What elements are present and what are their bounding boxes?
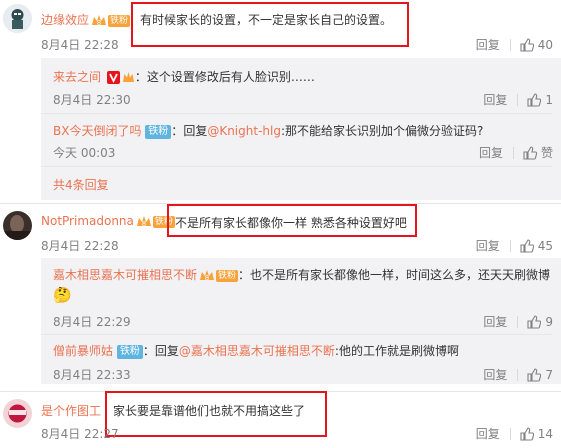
divider bbox=[41, 334, 552, 335]
comment-actions: 回复 40 bbox=[476, 36, 553, 53]
more-replies-link[interactable]: 共4条回复 bbox=[53, 176, 109, 193]
like-count: 14 bbox=[537, 426, 553, 441]
svg-text:8: 8 bbox=[142, 220, 146, 228]
mention-link[interactable]: @Knight-hlg bbox=[207, 124, 281, 138]
username-text[interactable]: 僧前暴师姑 bbox=[53, 344, 113, 358]
crown-icon: 8 bbox=[92, 15, 107, 27]
reply-actions: 回复 1 bbox=[483, 91, 553, 108]
comment-username[interactable]: 是个作图工 bbox=[41, 402, 101, 419]
fan-badge: 8 铁粉 bbox=[199, 269, 239, 282]
comment-feed: 边缘效应 8 铁粉 有时候家长的设置，不一定是家长自己的设置。 8月4日 22:28… bbox=[0, 0, 561, 448]
reply-username[interactable]: 来去之间 ：这个设置修改后有人脸识别…… bbox=[53, 68, 315, 85]
divider bbox=[509, 38, 511, 51]
divider bbox=[512, 146, 514, 159]
highlight-box bbox=[105, 391, 327, 437]
avatar[interactable] bbox=[3, 4, 32, 33]
reply-text: 他的工作就是刷微博啊 bbox=[338, 344, 459, 358]
vip-badge bbox=[106, 71, 135, 84]
fan-tag: 铁粉 bbox=[116, 344, 143, 359]
highlight-box bbox=[167, 204, 417, 237]
comment-time: 8月4日 22:28 bbox=[41, 239, 119, 253]
username-text[interactable]: BX今天倒闭了吗 bbox=[53, 124, 141, 138]
thumbs-up-icon[interactable] bbox=[527, 314, 542, 329]
reply-text: 也不是所有家长都像他一样，时间这么多，还天天刷微博 bbox=[250, 268, 551, 282]
avatar-image bbox=[3, 211, 32, 240]
thumbs-up-icon[interactable] bbox=[527, 367, 542, 382]
reply-username[interactable]: 僧前暴师姑 铁粉 ：回复@嘉木相思嘉木可摧相思不断:他的工作就是刷微博啊 bbox=[53, 342, 459, 359]
reply-actions: 回复 赞 bbox=[479, 144, 553, 161]
svg-text:8: 8 bbox=[97, 19, 101, 27]
username-text[interactable]: 边缘效应 bbox=[41, 13, 89, 27]
reply-username[interactable]: 嘉木相思嘉木可摧相思不断 8 铁粉 ：也不是所有家长都像他一样，时间这么多，还天天刷微… bbox=[53, 266, 550, 283]
comment-username[interactable]: NotPrimadonna 8 铁粉 bbox=[41, 214, 175, 228]
divider bbox=[517, 315, 519, 328]
reply-button[interactable]: 回复 bbox=[479, 144, 503, 161]
reply-username[interactable]: BX今天倒闭了吗 铁粉 ：回复@Knight-hlg:那不能给家长识别加个偏微分验… bbox=[53, 122, 483, 139]
reply-time: 8月4日 22:30 bbox=[53, 93, 131, 107]
thumbs-up-icon[interactable] bbox=[527, 92, 542, 107]
divider bbox=[41, 113, 552, 114]
username-text[interactable]: NotPrimadonna bbox=[41, 214, 134, 228]
divider bbox=[509, 239, 511, 252]
avatar-image bbox=[3, 4, 32, 33]
username-text[interactable]: 来去之间 bbox=[53, 70, 101, 84]
reply-time: 8月4日 22:29 bbox=[53, 315, 131, 329]
reply-button[interactable]: 回复 bbox=[483, 313, 507, 330]
svg-text:8: 8 bbox=[205, 274, 209, 282]
reply-button[interactable]: 回复 bbox=[483, 91, 507, 108]
thumbs-up-icon[interactable] bbox=[520, 37, 534, 52]
like-count: 9 bbox=[545, 314, 553, 329]
fan-badge-label: 铁粉 bbox=[216, 269, 239, 282]
reply-prefix: 回复 bbox=[154, 344, 179, 358]
reply-actions: 回复 7 bbox=[483, 366, 553, 383]
thumbs-up-icon[interactable] bbox=[520, 426, 534, 441]
avatar-image bbox=[3, 399, 32, 428]
thinking-emoji-icon: 🤔 bbox=[53, 286, 72, 304]
v-icon bbox=[106, 71, 120, 84]
like-label: 赞 bbox=[540, 146, 553, 160]
highlight-box bbox=[131, 2, 409, 47]
reply-button[interactable]: 回复 bbox=[483, 366, 507, 383]
avatar[interactable] bbox=[3, 211, 32, 240]
username-text[interactable]: 嘉木相思嘉木可摧相思不断 bbox=[53, 268, 197, 282]
like-count: 45 bbox=[537, 238, 553, 253]
mention-link[interactable]: @嘉木相思嘉木可摧相思不断 bbox=[179, 344, 335, 358]
comment-actions: 回复 45 bbox=[476, 237, 553, 254]
reply-time: 今天 00:03 bbox=[53, 146, 116, 160]
reply-button[interactable]: 回复 bbox=[476, 425, 500, 442]
comment-time: 8月4日 22:28 bbox=[41, 38, 119, 52]
divider bbox=[509, 427, 511, 440]
crown-icon: 8 bbox=[200, 270, 215, 282]
like-count: 40 bbox=[537, 37, 553, 52]
comment-actions: 回复 14 bbox=[476, 425, 553, 442]
divider bbox=[517, 93, 519, 106]
reply-prefix: 回复 bbox=[183, 124, 208, 138]
fan-badge-label: 铁粉 bbox=[108, 14, 131, 27]
reply-text: 那不能给家长识别加个偏微分验证码? bbox=[285, 124, 484, 138]
reply-actions: 回复 9 bbox=[483, 313, 553, 330]
reply-time: 8月4日 22:33 bbox=[53, 368, 131, 382]
fan-tag: 铁粉 bbox=[145, 124, 172, 139]
like-count: 7 bbox=[545, 367, 553, 382]
comment-username[interactable]: 边缘效应 8 铁粉 bbox=[41, 11, 131, 28]
thumbs-up-icon[interactable] bbox=[520, 238, 534, 253]
reply-button[interactable]: 回复 bbox=[476, 237, 500, 254]
like-count: 1 bbox=[545, 92, 553, 107]
comment-time: 8月4日 22:27 bbox=[41, 427, 119, 441]
avatar[interactable] bbox=[3, 399, 32, 428]
thumbs-up-icon[interactable] bbox=[523, 145, 537, 160]
reply-text: 这个设置修改后有人脸识别…… bbox=[146, 70, 315, 84]
divider bbox=[517, 368, 519, 381]
crown-icon bbox=[122, 72, 134, 82]
divider bbox=[41, 166, 552, 167]
crown-icon: 8 bbox=[136, 216, 151, 228]
fan-badge: 8 铁粉 bbox=[91, 14, 131, 27]
reply-button[interactable]: 回复 bbox=[476, 36, 500, 53]
